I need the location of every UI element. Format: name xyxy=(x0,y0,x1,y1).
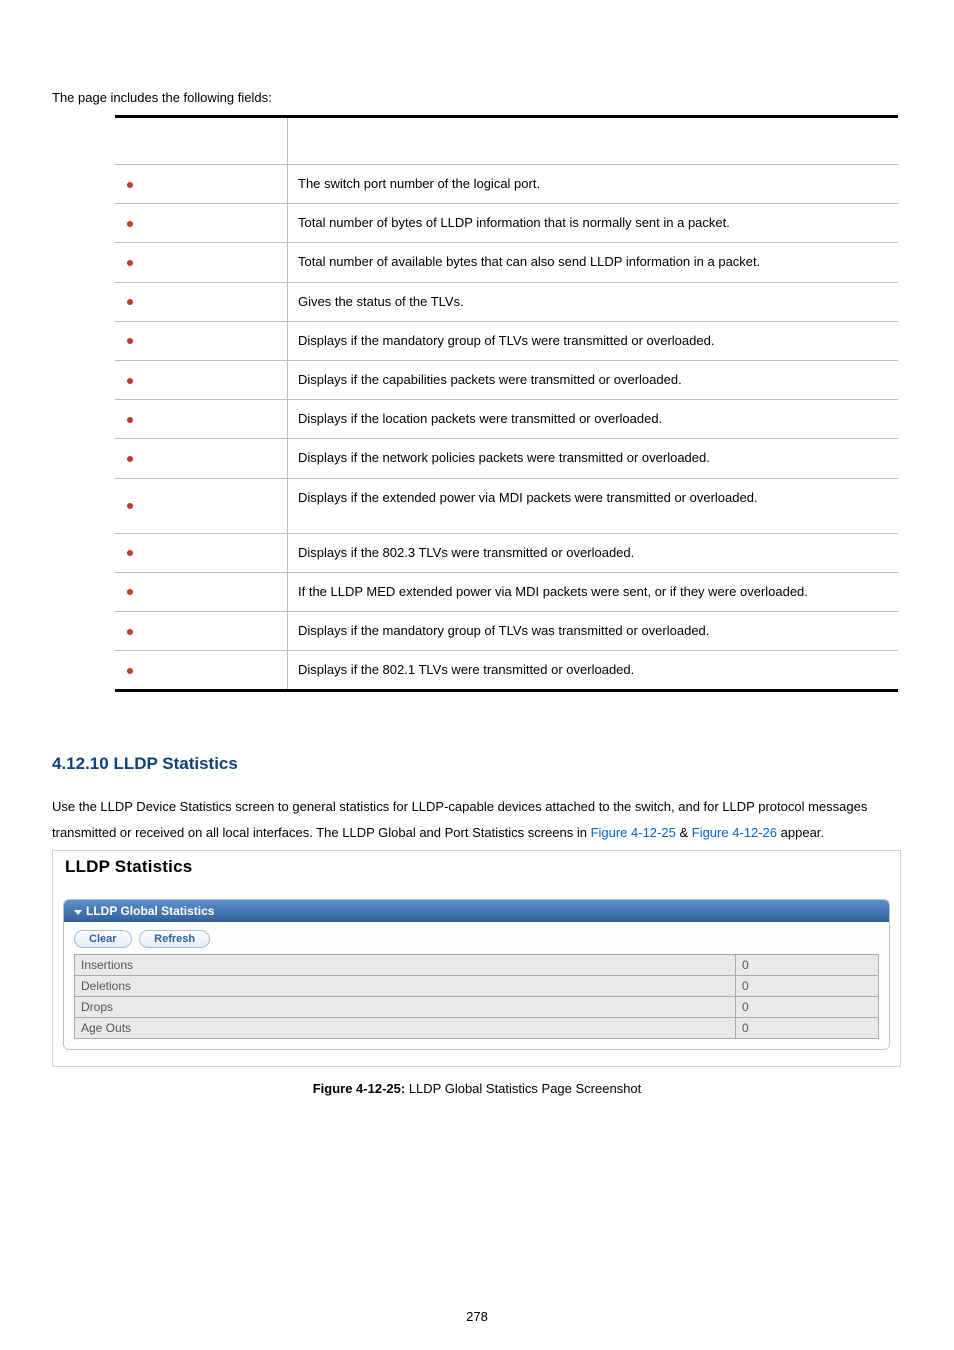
para-suffix: appear. xyxy=(777,825,824,840)
bullet-icon xyxy=(127,182,133,188)
table-row: Displays if the mandatory group of TLVs … xyxy=(115,321,898,360)
table-row: Displays if the mandatory group of TLVs … xyxy=(115,612,898,651)
para-mid: & xyxy=(676,825,692,840)
figure-caption: Figure 4-12-25: LLDP Global Statistics P… xyxy=(52,1081,902,1096)
stat-value: 0 xyxy=(736,1018,879,1039)
stat-value: 0 xyxy=(736,976,879,997)
header-description xyxy=(288,117,899,165)
row-desc: If the LLDP MED extended power via MDI p… xyxy=(288,572,899,611)
bullet-icon xyxy=(127,589,133,595)
table-row: Gives the status of the TLVs. xyxy=(115,282,898,321)
figure-link-2[interactable]: Figure 4-12-26 xyxy=(692,825,777,840)
bullet-icon xyxy=(127,503,133,509)
row-desc: Displays if the location packets were tr… xyxy=(288,400,899,439)
stat-label: Drops xyxy=(75,997,736,1018)
row-desc: Displays if the mandatory group of TLVs … xyxy=(288,612,899,651)
table-row: Total number of available bytes that can… xyxy=(115,243,898,282)
table-row: Displays if the network policies packets… xyxy=(115,439,898,478)
screenshot-box: LLDP Statistics LLDP Global Statistics C… xyxy=(52,850,901,1067)
row-desc: Displays if the 802.3 TLVs were transmit… xyxy=(288,533,899,572)
bullet-icon xyxy=(127,378,133,384)
section-heading: 4.12.10 LLDP Statistics xyxy=(52,754,902,774)
chevron-down-icon xyxy=(74,910,82,915)
table-row: Displays if the 802.3 TLVs were transmit… xyxy=(115,533,898,572)
table-row: Displays if the extended power via MDI p… xyxy=(115,478,898,533)
row-desc: Displays if the capabilities packets wer… xyxy=(288,360,899,399)
table-row: Total number of bytes of LLDP informatio… xyxy=(115,204,898,243)
row-desc: Total number of bytes of LLDP informatio… xyxy=(288,204,899,243)
page-number: 278 xyxy=(0,1309,954,1324)
table-row: Displays if the location packets were tr… xyxy=(115,400,898,439)
bullet-icon xyxy=(127,629,133,635)
bullet-icon xyxy=(127,299,133,305)
row-desc: Displays if the extended power via MDI p… xyxy=(288,478,899,533)
stats-table: Insertions 0 Deletions 0 Drops 0 Age Out… xyxy=(74,954,879,1039)
row-desc: Displays if the mandatory group of TLVs … xyxy=(288,321,899,360)
caption-prefix: Figure 4-12-25: xyxy=(313,1081,405,1096)
stat-value: 0 xyxy=(736,997,879,1018)
bullet-icon xyxy=(127,338,133,344)
table-row: Displays if the capabilities packets wer… xyxy=(115,360,898,399)
table-row: Displays if the 802.1 TLVs were transmit… xyxy=(115,651,898,691)
figure-link-1[interactable]: Figure 4-12-25 xyxy=(591,825,676,840)
table-row: Insertions 0 xyxy=(75,955,879,976)
row-desc: Gives the status of the TLVs. xyxy=(288,282,899,321)
stat-label: Age Outs xyxy=(75,1018,736,1039)
stat-label: Insertions xyxy=(75,955,736,976)
section-paragraph: Use the LLDP Device Statistics screen to… xyxy=(52,794,902,846)
caption-text: LLDP Global Statistics Page Screenshot xyxy=(405,1081,641,1096)
intro-text: The page includes the following fields: xyxy=(52,90,902,105)
stat-label: Deletions xyxy=(75,976,736,997)
table-row: The switch port number of the logical po… xyxy=(115,165,898,204)
row-desc: Displays if the network policies packets… xyxy=(288,439,899,478)
panel-title: LLDP Global Statistics xyxy=(86,904,214,918)
refresh-button[interactable]: Refresh xyxy=(139,930,210,948)
table-row: Age Outs 0 xyxy=(75,1018,879,1039)
row-desc: The switch port number of the logical po… xyxy=(288,165,899,204)
row-desc: Total number of available bytes that can… xyxy=(288,243,899,282)
bullet-icon xyxy=(127,550,133,556)
bullet-icon xyxy=(127,260,133,266)
bullet-icon xyxy=(127,417,133,423)
screenshot-title: LLDP Statistics xyxy=(53,851,900,887)
table-row: Drops 0 xyxy=(75,997,879,1018)
table-row: If the LLDP MED extended power via MDI p… xyxy=(115,572,898,611)
stat-value: 0 xyxy=(736,955,879,976)
table-row: Deletions 0 xyxy=(75,976,879,997)
panel-header[interactable]: LLDP Global Statistics xyxy=(64,900,889,922)
bullet-icon xyxy=(127,456,133,462)
row-desc: Displays if the 802.1 TLVs were transmit… xyxy=(288,651,899,691)
bullet-icon xyxy=(127,668,133,674)
bullet-icon xyxy=(127,221,133,227)
clear-button[interactable]: Clear xyxy=(74,930,132,948)
fields-table: The switch port number of the logical po… xyxy=(115,115,898,692)
header-object xyxy=(115,117,288,165)
global-stats-panel: LLDP Global Statistics Clear Refresh Ins… xyxy=(63,899,890,1050)
